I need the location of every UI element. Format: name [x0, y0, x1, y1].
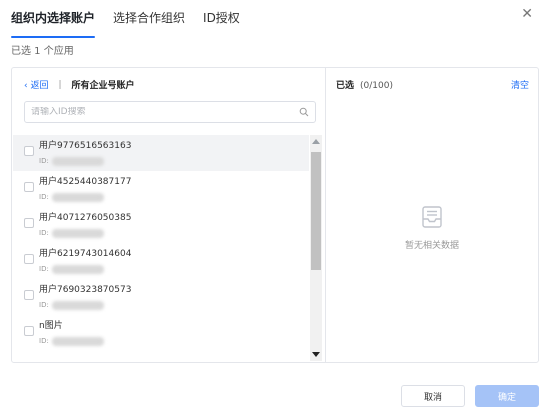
- redacted-id: [51, 192, 104, 202]
- list-item[interactable]: 用户9776516563163 ID:: [13, 135, 309, 171]
- redacted-id: [51, 300, 104, 310]
- account-name: 用户9776516563163: [39, 141, 132, 151]
- search-input[interactable]: [31, 107, 299, 117]
- list-item[interactable]: 用户6219743014604 ID:: [13, 243, 309, 279]
- redacted-id: [51, 264, 104, 274]
- item-checkbox[interactable]: [24, 326, 34, 336]
- back-link[interactable]: ‹ 返回: [24, 78, 48, 91]
- tab-org-accounts[interactable]: 组织内选择账户: [11, 10, 96, 38]
- selected-title: 已选: [336, 81, 355, 91]
- item-checkbox[interactable]: [24, 218, 34, 228]
- search-icon[interactable]: [299, 107, 309, 117]
- redacted-id: [51, 228, 104, 238]
- empty-state-text: 暂无相关数据: [404, 241, 459, 251]
- account-name: 用户7690323870573: [39, 285, 132, 295]
- confirm-button[interactable]: 确定: [475, 385, 539, 407]
- list-scrollbar[interactable]: [310, 135, 322, 361]
- dialog-footer: 取消 确定: [401, 385, 539, 407]
- close-icon[interactable]: ✕: [521, 6, 533, 22]
- list-item[interactable]: n图片 ID:: [13, 315, 309, 351]
- item-checkbox[interactable]: [24, 254, 34, 264]
- breadcrumb-title: 所有企业号账户: [71, 81, 135, 91]
- selected-header: 已选 (0/100): [336, 78, 393, 91]
- account-id: ID:: [39, 299, 131, 311]
- redacted-id: [51, 336, 104, 346]
- tab-bar: 组织内选择账户 选择合作组织 ID授权: [11, 10, 240, 38]
- account-name: 用户4525440387177: [39, 177, 132, 187]
- clear-button[interactable]: 清空: [511, 78, 529, 91]
- account-name: 用户4071276050385: [39, 213, 132, 223]
- account-list: 用户9776516563163 ID: 用户4525440387177 ID: …: [13, 135, 309, 361]
- item-checkbox[interactable]: [24, 146, 34, 156]
- tab-partner-org[interactable]: 选择合作组织: [113, 10, 185, 32]
- redacted-id: [51, 156, 104, 166]
- item-checkbox[interactable]: [24, 182, 34, 192]
- scroll-thumb[interactable]: [311, 152, 321, 270]
- scroll-down-arrow-icon[interactable]: [312, 352, 320, 357]
- account-id: ID:: [39, 191, 131, 203]
- list-item[interactable]: 用户7690323870573 ID:: [13, 279, 309, 315]
- account-id: ID:: [39, 155, 131, 167]
- account-id: ID:: [39, 335, 104, 347]
- breadcrumb: ‹ 返回 | 所有企业号账户: [24, 78, 135, 92]
- cancel-button[interactable]: 取消: [401, 385, 465, 407]
- account-id: ID:: [39, 227, 131, 239]
- inbox-icon: [422, 206, 442, 228]
- item-checkbox[interactable]: [24, 290, 34, 300]
- list-item[interactable]: 用户4071276050385 ID:: [13, 207, 309, 243]
- scroll-up-arrow-icon[interactable]: [312, 139, 320, 144]
- selected-summary: 已选 1 个应用: [11, 46, 74, 57]
- breadcrumb-separator: |: [58, 79, 62, 90]
- account-name: n图片: [39, 321, 63, 331]
- tab-id-auth[interactable]: ID授权: [203, 10, 240, 32]
- selected-panel: 已选 (0/100) 清空 暂无相关数据: [326, 68, 538, 362]
- account-id: ID:: [39, 263, 131, 275]
- search-box: [24, 101, 316, 123]
- account-browser: ‹ 返回 | 所有企业号账户 用户9776516563163 ID:: [12, 68, 326, 362]
- list-item[interactable]: 用户4525440387177 ID:: [13, 171, 309, 207]
- selection-panel: ‹ 返回 | 所有企业号账户 用户9776516563163 ID:: [11, 67, 539, 363]
- account-name: 用户6219743014604: [39, 249, 132, 259]
- selected-count: (0/100): [360, 81, 393, 91]
